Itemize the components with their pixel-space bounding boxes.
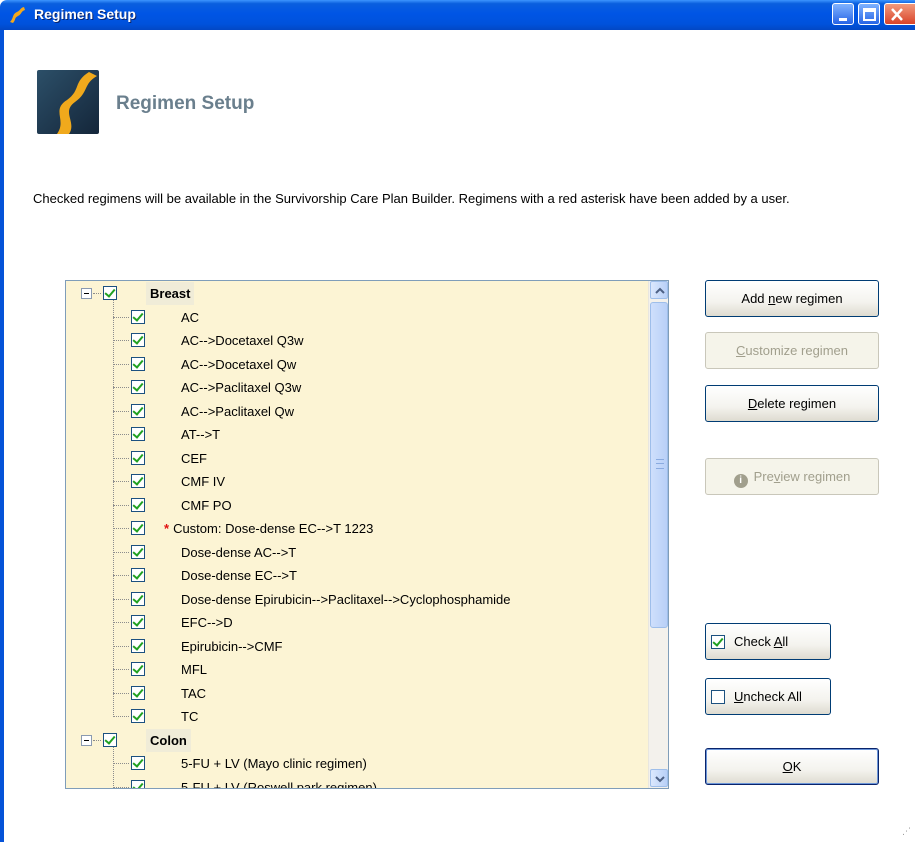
tree-item-label: AT-->T	[181, 427, 221, 442]
tree-item-label: 5-FU + LV (Mayo clinic regimen)	[181, 756, 367, 771]
tree-item-checkbox[interactable]	[131, 709, 145, 723]
resize-grip[interactable]: ⋰	[902, 826, 911, 837]
tree-item-label: AC-->Docetaxel Q3w	[181, 333, 304, 348]
tree-item-label: MFL	[181, 662, 207, 677]
minimize-button[interactable]	[832, 3, 854, 25]
tree-item-label: EFC-->D	[181, 615, 233, 630]
tree-item-label: Epirubicin-->CMF	[181, 638, 283, 654]
tree-item-label: CMF PO	[181, 497, 232, 513]
tree-item-checkbox[interactable]	[131, 685, 145, 700]
tree-group-checkbox[interactable]	[103, 286, 117, 300]
tree-item-label: AC	[181, 309, 200, 325]
preview-regimen-button[interactable]: i Preview regimen	[705, 458, 879, 495]
add-new-regimen-button[interactable]: Add new regimen	[705, 280, 879, 317]
user-added-asterisk-icon: *	[164, 521, 170, 536]
check-all-button[interactable]: Check All	[705, 623, 831, 660]
scroll-down-button[interactable]	[650, 769, 668, 787]
delete-regimen-button[interactable]: Delete regimen	[705, 385, 879, 422]
uncheck-all-button[interactable]: Uncheck All	[705, 678, 831, 715]
tree-item-checkbox[interactable]	[131, 427, 145, 441]
tree-item-label: AC-->Paclitaxel Qw	[181, 403, 295, 419]
tree-item-checkbox[interactable]	[131, 779, 145, 788]
tree-item-label: 5-FU + LV (Roswell park regimen)	[181, 779, 377, 789]
page-title: Regimen Setup	[116, 93, 255, 114]
tree-item-checkbox[interactable]	[131, 615, 145, 629]
tree-item-checkbox[interactable]	[131, 638, 145, 653]
tree-group-checkbox[interactable]	[103, 732, 117, 747]
tree-item-checkbox[interactable]	[131, 662, 145, 676]
tree-item-checkbox[interactable]	[131, 544, 145, 559]
tree-item-checkbox[interactable]	[131, 497, 145, 512]
regimen-tree[interactable]: Breast AC AC-->Docetaxel Q3w AC-->Docetaxel…	[65, 280, 669, 789]
tree-item-checkbox[interactable]	[131, 591, 145, 606]
tree-item-checkbox[interactable]	[131, 380, 145, 394]
window-title: Regimen Setup	[34, 6, 136, 22]
tree-item-label: Dose-dense AC-->T	[181, 544, 297, 560]
tree-item-checkbox[interactable]	[131, 333, 145, 347]
tree-item-label: Custom: Dose-dense EC-->T 1223	[173, 521, 374, 536]
tree-item-checkbox[interactable]	[131, 568, 145, 582]
chevron-up-icon	[655, 287, 665, 294]
road-logo-icon	[37, 70, 99, 134]
tree-item-checkbox[interactable]	[131, 309, 145, 324]
tree-item-label: Dose-dense EC-->T	[181, 568, 297, 583]
tree-item-label: TC	[181, 709, 199, 724]
minimize-icon	[839, 18, 847, 21]
tree-group-label: Breast	[146, 282, 195, 305]
tree-item-checkbox[interactable]	[131, 521, 145, 535]
customize-regimen-button[interactable]: Customize regimen	[705, 332, 879, 369]
tree-item-checkbox[interactable]	[131, 474, 145, 488]
instructions-text: Checked regimens will be available in th…	[33, 191, 790, 206]
window-titlebar[interactable]: Regimen Setup	[0, 0, 915, 30]
tree-item-checkbox[interactable]	[131, 403, 145, 418]
tree-item-label: CMF IV	[181, 474, 226, 489]
tree-item-checkbox[interactable]	[131, 356, 145, 371]
tree-scrollbar[interactable]	[648, 281, 668, 788]
tree-group-label: Colon	[146, 728, 191, 752]
app-logo-icon	[10, 7, 25, 23]
scroll-up-button[interactable]	[650, 281, 668, 299]
tree-item-label: AC-->Paclitaxel Q3w	[181, 380, 302, 395]
tree-item-label: Dose-dense Epirubicin-->Paclitaxel-->Cyc…	[181, 591, 511, 607]
close-button[interactable]	[884, 3, 915, 25]
tree-item-checkbox[interactable]	[131, 450, 145, 465]
uncheck-all-checkbox	[711, 690, 725, 704]
tree-item-label: CEF	[181, 450, 207, 466]
scroll-thumb[interactable]	[650, 302, 668, 628]
tree-item-label: AC-->Docetaxel Qw	[181, 356, 297, 372]
check-all-checkbox	[711, 635, 725, 649]
maximize-icon	[863, 8, 876, 21]
chevron-down-icon	[655, 776, 665, 783]
ok-button[interactable]: OK	[705, 748, 879, 785]
maximize-button[interactable]	[858, 3, 880, 25]
close-icon	[891, 8, 903, 21]
collapse-icon[interactable]	[81, 734, 92, 746]
info-icon: i	[733, 474, 748, 488]
window-frame	[0, 30, 4, 842]
collapse-icon[interactable]	[81, 288, 92, 299]
tree-item-checkbox[interactable]	[131, 756, 145, 770]
tree-item-label: TAC	[181, 685, 207, 701]
regimen-tree-content: Breast AC AC-->Docetaxel Q3w AC-->Docetaxel…	[66, 281, 648, 788]
